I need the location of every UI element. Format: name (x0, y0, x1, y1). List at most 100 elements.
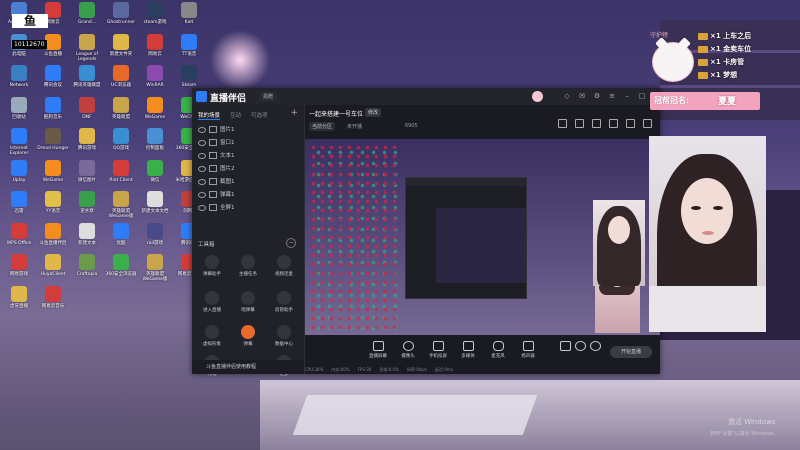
desktop-icon[interactable]: 控制面板 (138, 128, 172, 158)
desktop-icon[interactable]: 优酷 (104, 222, 138, 253)
tool-enter-live[interactable]: 进入直播 (194, 291, 230, 313)
message-icon[interactable]: ✉ (577, 92, 587, 101)
desktop-icon[interactable]: 英雄联盟WeGame版 (104, 191, 138, 221)
visibility-icon[interactable] (198, 204, 206, 211)
collapse-icon[interactable]: − (286, 238, 296, 248)
desktop-icon[interactable]: rail游戏 (138, 222, 172, 253)
desktop-icon[interactable]: DNF (70, 96, 104, 127)
desktop-icon[interactable]: 腾讯游戏 (70, 128, 104, 158)
desktop-icon[interactable]: 微信图片 (70, 159, 104, 190)
desktop-icon[interactable]: UC浏览器 (104, 65, 138, 95)
desktop-icon[interactable]: WeGame (36, 159, 70, 190)
desktop-icon[interactable]: Ghostrunner (104, 2, 138, 32)
share-icon[interactable] (592, 119, 601, 128)
desktop-icon[interactable]: 英雄联盟 (104, 96, 138, 127)
tool-danmaku-helper[interactable]: 弹幕助手 (194, 255, 230, 277)
desktop-icon[interactable]: 逆水寒 (70, 191, 104, 221)
tab-interact[interactable]: 互动 (230, 111, 241, 119)
desktop-icon-label: UC浏览器 (111, 83, 131, 88)
add-scene-icon[interactable]: + (290, 108, 298, 118)
desktop-icon[interactable]: 网易游戏 (2, 254, 36, 284)
phone-cast-button[interactable]: 手机投屏 (425, 341, 451, 359)
scene-item[interactable]: 文本1 (198, 151, 298, 162)
scene-item[interactable]: 截图1 (198, 177, 298, 188)
start-live-button[interactable]: 开始直播 (610, 346, 652, 358)
user-avatar[interactable] (532, 91, 543, 102)
desktop-icon[interactable]: 新建文本文档 (138, 191, 172, 221)
desktop-icon[interactable]: WinRAR (138, 65, 172, 95)
settings-icon[interactable]: ⚙ (592, 92, 602, 101)
desktop-icon[interactable]: 网易云 (138, 33, 172, 64)
desktop-icon[interactable]: Kalt (172, 2, 206, 32)
visibility-icon[interactable] (198, 139, 206, 146)
desktop-icon[interactable]: 斗鱼直播伴侣 (36, 222, 70, 253)
desktop-icon[interactable]: League of Legends (70, 33, 104, 64)
room-category[interactable]: 当前分区 (309, 122, 336, 131)
desktop-icon[interactable]: Riot Client (104, 159, 138, 190)
tool-sing-danmaku[interactable]: 唱弹幕 (230, 291, 266, 313)
scene-item[interactable]: 窗口1 (198, 138, 298, 149)
scene-item[interactable]: 弹幕1 (198, 190, 298, 201)
lock-icon[interactable] (609, 119, 618, 128)
desktop-icon[interactable]: 网易云音乐 (36, 285, 70, 316)
desktop-icon[interactable]: 360安全浏览器 (104, 254, 138, 284)
desktop-icon[interactable]: 虎牙直播 (2, 285, 36, 316)
visibility-icon[interactable] (198, 178, 206, 185)
app-badge[interactable]: 捐赠 (260, 92, 277, 101)
tool-video-link[interactable]: 视频连麦 (266, 255, 302, 277)
speaker-button[interactable]: 扬声器 (515, 341, 541, 359)
tab-options[interactable]: 可选项 (251, 111, 268, 119)
desktop-icon[interactable]: 新建文本 (70, 222, 104, 253)
desktop-icon[interactable]: YY语音 (36, 191, 70, 221)
menu-icon[interactable]: ≡ (607, 92, 617, 101)
tool-host-task[interactable]: 主播任务 (230, 255, 266, 277)
desktop-icon[interactable]: Dread Hunger (36, 128, 70, 158)
desktop-icon[interactable]: HuyaClient (36, 254, 70, 284)
microphone-button[interactable]: 麦克风 (485, 341, 511, 359)
desktop-icon[interactable]: WeGame (138, 96, 172, 127)
desktop-icon[interactable]: Internet Explorer (2, 128, 36, 158)
maximize-icon[interactable]: □ (637, 92, 647, 101)
bell-icon[interactable] (626, 119, 635, 128)
desktop-icon[interactable]: 新建文件夹 (104, 33, 138, 64)
visibility-icon[interactable] (198, 152, 206, 159)
tool-data-center[interactable]: 数据中心 (266, 325, 302, 347)
tool-danmaku[interactable]: 弹幕 (230, 325, 266, 347)
camera-button[interactable]: 摄像头 (395, 341, 421, 359)
tool-room-admin[interactable]: 房管助手 (266, 291, 302, 313)
desktop-icon[interactable]: QQ游戏 (104, 128, 138, 158)
desktop-icon[interactable]: 迅雷 (2, 191, 36, 221)
tutorial-link[interactable]: 斗鱼直播伴侣使用教程 (192, 360, 304, 374)
scene-item[interactable]: 图片1 (198, 125, 298, 136)
desktop-icon[interactable]: 回收站 (2, 96, 36, 127)
desktop-icon[interactable]: TT语音 (172, 33, 206, 64)
skin-icon[interactable]: ◇ (562, 92, 572, 101)
settings-icon[interactable] (582, 341, 608, 353)
desktop-icon[interactable]: Grand... (70, 2, 104, 32)
media-button[interactable]: 多媒体 (455, 341, 481, 359)
desktop-icon[interactable]: 腾讯英雄联盟 (70, 65, 104, 95)
visibility-icon[interactable] (198, 165, 206, 172)
scene-item[interactable]: 全屏1 (198, 203, 298, 214)
scene-item[interactable]: 图片2 (198, 164, 298, 175)
gift-line: ×1 金卖车位 (698, 43, 788, 56)
desktop-icon[interactable]: steam游戏 (138, 2, 172, 32)
desktop-icon[interactable]: 英雄联盟WeGame版 (138, 254, 172, 284)
expand-icon[interactable] (643, 119, 652, 128)
desktop-icon[interactable]: Uplay (2, 159, 36, 190)
screen-capture-button[interactable]: 直播屏幕 (365, 341, 391, 359)
tab-scenes[interactable]: 我的场景 (198, 111, 221, 120)
minimize-icon[interactable]: – (622, 92, 632, 101)
desktop-icon[interactable]: 酷狗音乐 (36, 96, 70, 127)
desktop-icon[interactable]: WPS Office (2, 222, 36, 253)
edit-room-button[interactable]: 修改 (365, 108, 382, 117)
desktop-icon[interactable]: Network (2, 65, 36, 95)
tool-avatar[interactable]: 虚拟形象 (194, 325, 230, 347)
visibility-icon[interactable] (198, 191, 206, 198)
visibility-icon[interactable] (198, 126, 206, 133)
desktop-icon[interactable]: 腾讯会议 (36, 65, 70, 95)
desktop-icon[interactable]: Craftopia (70, 254, 104, 284)
layout-icon[interactable] (558, 119, 567, 128)
copy-icon[interactable] (575, 119, 584, 128)
desktop-icon[interactable]: 微信 (138, 159, 172, 190)
